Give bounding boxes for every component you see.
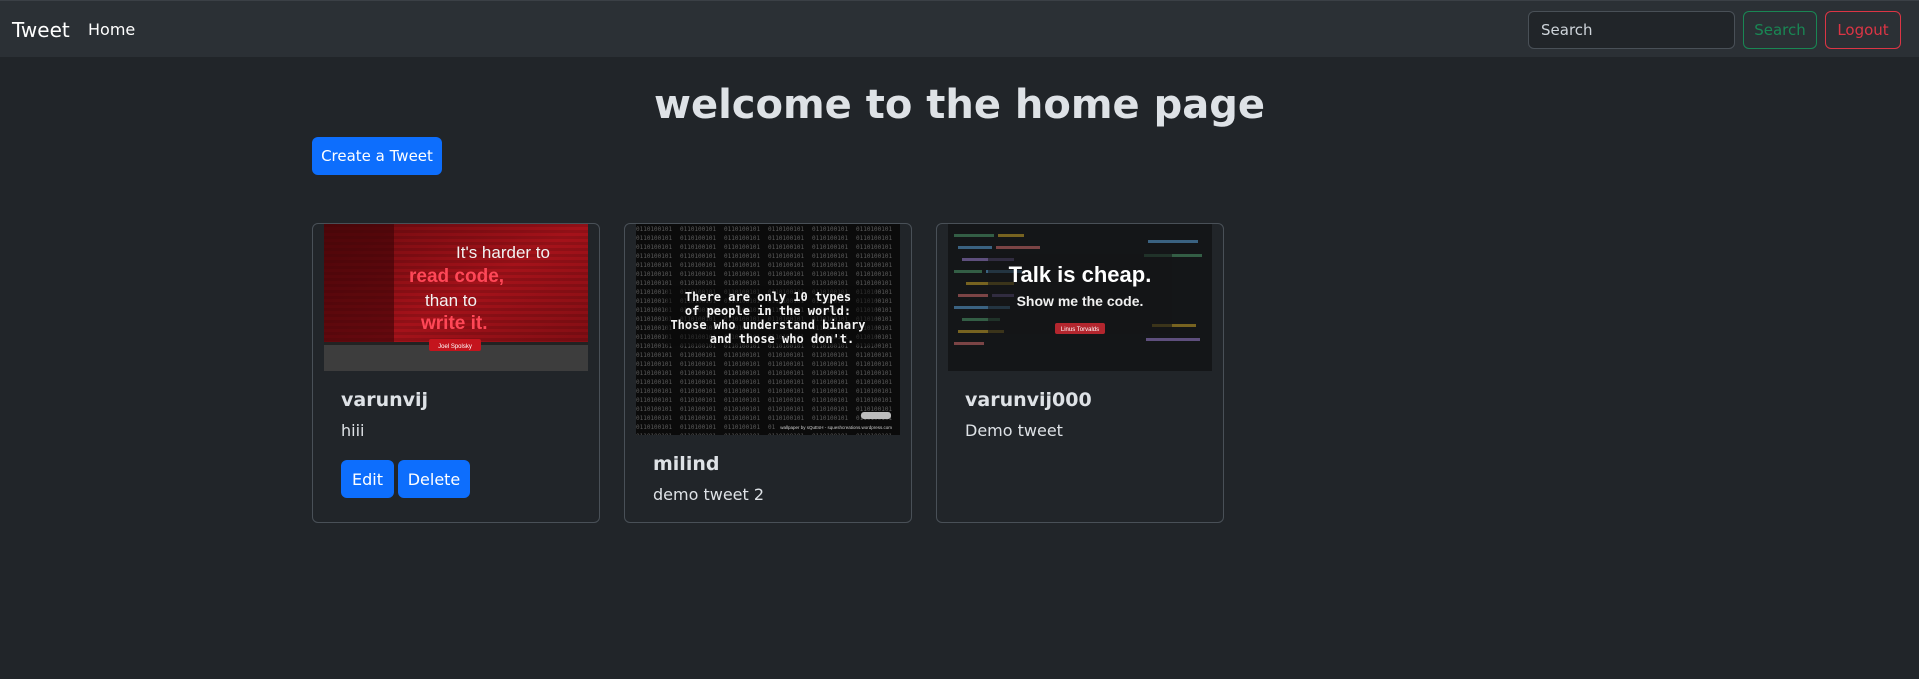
tweet-card: Talk is cheap. Show me the code. Linus T…	[936, 223, 1224, 523]
tweet-text: demo tweet 2	[653, 485, 765, 504]
image-quote-line2: Show me the code.	[1017, 293, 1144, 309]
tweet-card: 0110100101 There are only 10 types of pe…	[624, 223, 912, 523]
image-author-badge: Linus Torvalds	[1061, 327, 1099, 333]
tweet-image: Talk is cheap. Show me the code. Linus T…	[948, 224, 1212, 371]
nav-home-link[interactable]: Home	[88, 20, 135, 39]
tweet-text: hiii	[341, 421, 365, 440]
navbar: Tweet Home Search Logout	[0, 0, 1919, 57]
tweet-image: It's harder to read code, than to write …	[324, 224, 588, 371]
image-quote-line1: Talk is cheap.	[1009, 262, 1152, 287]
image-quote-line1: There are only 10 types	[685, 290, 851, 304]
image-quote-line2: read code,	[409, 266, 504, 287]
search-button[interactable]: Search	[1743, 11, 1817, 49]
create-tweet-button[interactable]: Create a Tweet	[312, 137, 442, 175]
delete-button[interactable]: Delete	[398, 460, 470, 498]
tweet-card: It's harder to read code, than to write …	[312, 223, 600, 523]
navbar-brand[interactable]: Tweet	[12, 18, 70, 42]
edit-button[interactable]: Edit	[341, 460, 394, 498]
image-quote-line4: write it.	[420, 313, 488, 334]
tweet-username: milind	[653, 453, 720, 475]
page-title: welcome to the home page	[654, 82, 1265, 128]
image-quote-line3: Those who understand binary	[670, 318, 865, 332]
tweet-username: varunvij	[341, 389, 429, 411]
tweet-username: varunvij000	[965, 389, 1092, 411]
image-quote-line1: It's harder to	[456, 243, 550, 262]
search-input[interactable]	[1528, 11, 1735, 49]
image-quote-line2: of people in the world:	[685, 304, 851, 318]
logout-button[interactable]: Logout	[1825, 11, 1901, 49]
image-quote-line4: and those who don't.	[710, 332, 855, 346]
tweet-text: Demo tweet	[965, 421, 1063, 440]
image-author-badge: Joel Spolsky	[438, 344, 472, 350]
tweet-image: 0110100101 There are only 10 types of pe…	[636, 224, 900, 435]
image-footer-credit: wallpaper by sQuEsH - squeshcreations.wo…	[780, 425, 892, 430]
image-quote-line3: than to	[425, 291, 477, 310]
